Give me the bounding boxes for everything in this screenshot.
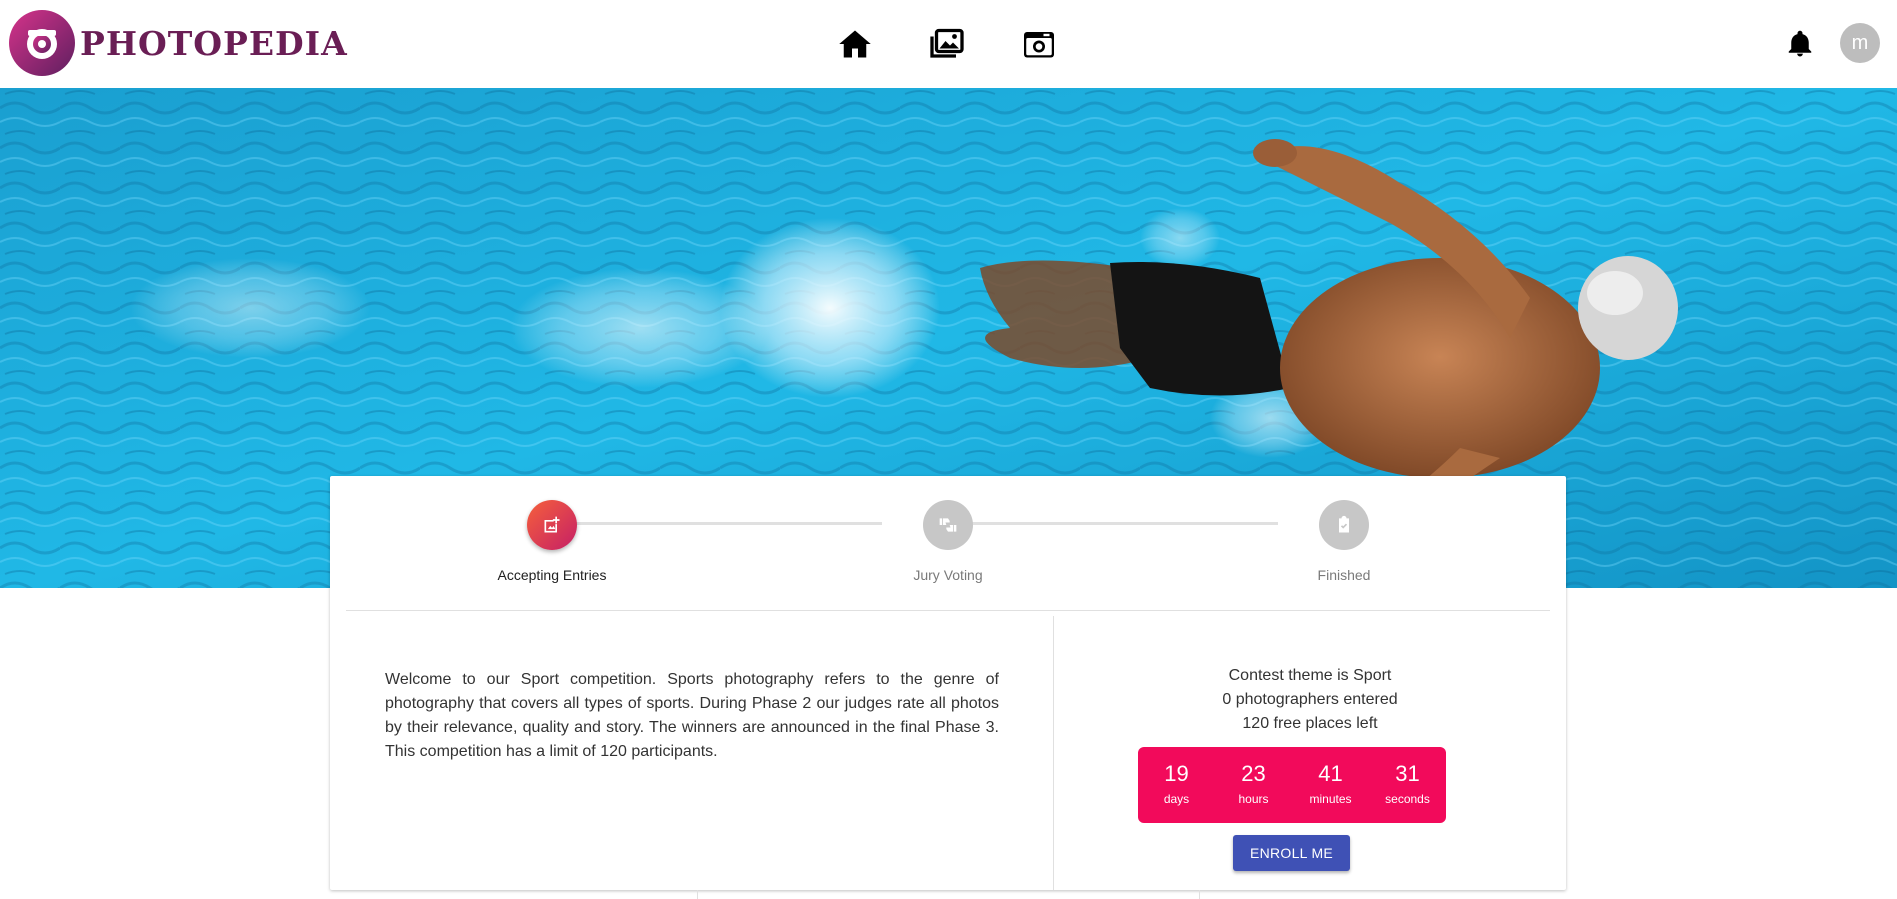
countdown-value: 23 — [1241, 761, 1266, 786]
contest-card: Accepting Entries Jury Voting Finished W… — [330, 476, 1566, 890]
brand-name: PHOTOPEDIA — [80, 23, 348, 63]
countdown-seconds: 31 seconds — [1369, 747, 1446, 823]
free-places-text: 120 free places left — [1242, 715, 1378, 732]
camera-icon — [1024, 32, 1054, 58]
countdown-value: 19 — [1164, 761, 1189, 786]
user-avatar[interactable]: m — [1840, 23, 1880, 63]
contest-theme-text: Contest theme is Sport — [1228, 667, 1392, 684]
bell-icon — [1788, 30, 1812, 57]
clipboard-check-icon — [1339, 515, 1349, 533]
countdown-minutes: 41 minutes — [1292, 747, 1369, 823]
nav-home-button[interactable] — [835, 24, 875, 64]
notifications-button[interactable] — [1782, 26, 1818, 62]
contest-phase-stepper: Accepting Entries Jury Voting Finished — [330, 476, 1566, 610]
countdown-unit-label: minutes — [1309, 792, 1352, 806]
step-indicator-active — [527, 500, 577, 550]
camera-lens-logo-icon — [9, 10, 75, 76]
home-icon — [839, 30, 871, 58]
brand-logo[interactable]: PHOTOPEDIA — [6, 8, 348, 78]
step-label: Jury Voting — [913, 567, 983, 583]
vertical-divider — [1053, 616, 1054, 890]
step-jury-voting: Jury Voting — [848, 500, 1048, 583]
nav-gallery-button[interactable] — [927, 24, 967, 64]
add-photo-icon — [544, 516, 560, 533]
step-finished: Finished — [1244, 500, 1444, 583]
step-label: Accepting Entries — [497, 567, 607, 583]
countdown-days: 19 days — [1138, 747, 1215, 823]
countdown-hours: 23 hours — [1215, 747, 1292, 823]
top-app-bar: PHOTOPEDIA m — [0, 0, 1897, 88]
countdown-unit-label: days — [1163, 792, 1190, 806]
nav-camera-button[interactable] — [1019, 24, 1059, 64]
countdown-unit-label: hours — [1238, 792, 1269, 806]
thumbs-icon — [939, 518, 957, 532]
gallery-icon — [930, 28, 964, 58]
page-divider — [697, 890, 698, 899]
step-label: Finished — [1317, 567, 1371, 583]
countdown-unit-label: seconds — [1385, 792, 1430, 806]
step-accepting-entries: Accepting Entries — [452, 500, 652, 583]
step-indicator — [923, 500, 973, 550]
page-divider — [1199, 890, 1200, 899]
step-indicator — [1319, 500, 1369, 550]
enroll-button[interactable]: ENROLL ME — [1233, 835, 1350, 871]
countdown-timer: 19 days 23 hours 41 minutes 31 seconds — [1138, 747, 1446, 823]
countdown-value: 41 — [1318, 761, 1343, 786]
contest-summary: Contest theme is Sport 0 photographers e… — [1054, 664, 1566, 736]
countdown-value: 31 — [1395, 761, 1420, 786]
entered-count-text: 0 photographers entered — [1222, 691, 1398, 708]
contest-description: Welcome to our Sport competition. Sports… — [385, 671, 999, 760]
horizontal-divider — [346, 610, 1550, 611]
